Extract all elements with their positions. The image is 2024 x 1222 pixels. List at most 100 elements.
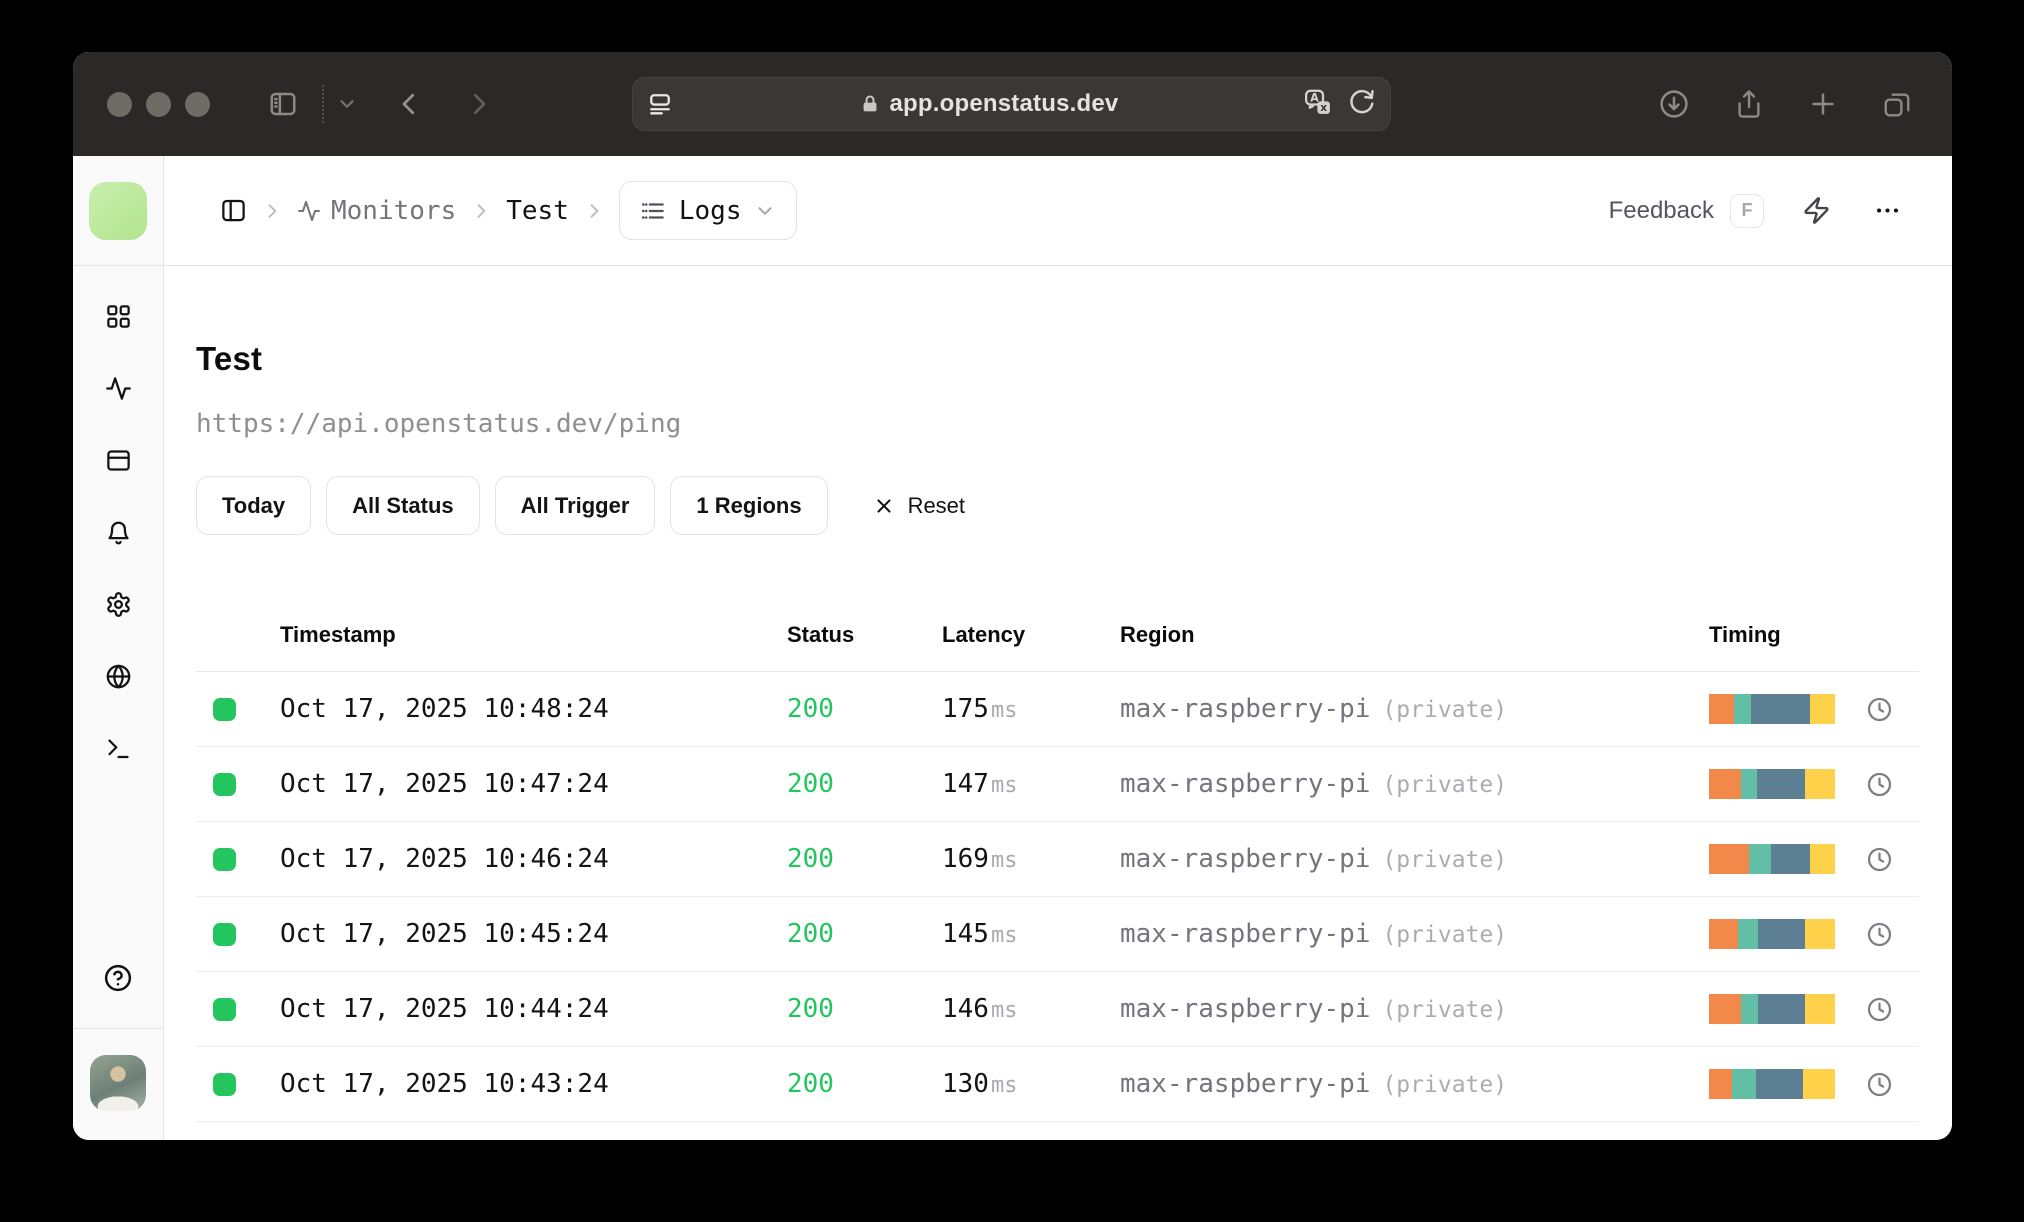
sidebar-chevron-down-icon[interactable] <box>336 93 358 115</box>
region-name: max-raspberry-pi <box>1120 919 1371 949</box>
table-row[interactable]: Oct 17, 2025 10:46:24 200 169 ms max-ras… <box>196 822 1919 897</box>
downloads-icon[interactable] <box>1658 88 1690 120</box>
workspace-avatar[interactable] <box>89 181 147 240</box>
lightning-icon <box>1804 197 1829 224</box>
url-text: app.openstatus.dev <box>889 90 1119 117</box>
page-settings-icon[interactable] <box>646 90 674 118</box>
more-options-button[interactable] <box>1873 196 1902 225</box>
col-timing[interactable]: Timing <box>1709 622 1919 648</box>
row-status: 200 <box>787 769 834 799</box>
sidebar-item-cli[interactable] <box>82 712 154 784</box>
clock-icon[interactable] <box>1866 696 1893 723</box>
status-dot <box>213 847 236 871</box>
timing-segment <box>1804 769 1835 799</box>
clock-icon[interactable] <box>1866 1071 1893 1098</box>
region-name: max-raspberry-pi <box>1120 994 1371 1024</box>
clock-icon[interactable] <box>1866 846 1893 873</box>
clock-icon[interactable] <box>1866 996 1893 1023</box>
latency-unit: ms <box>990 848 1018 873</box>
minimize-window-button[interactable] <box>146 91 171 117</box>
timing-bar <box>1709 1069 1835 1099</box>
timing-segment <box>1804 919 1835 949</box>
address-bar[interactable]: app.openstatus.dev Ax <box>632 77 1391 131</box>
share-icon[interactable] <box>1734 89 1764 119</box>
feedback-button[interactable]: Feedback <box>1609 197 1714 225</box>
svg-text:x: x <box>1320 101 1327 114</box>
browser-sidebar-toggle-icon[interactable] <box>268 89 298 119</box>
latency-value: 130 <box>942 1069 989 1099</box>
app-sidebar-toggle-icon[interactable] <box>220 197 247 224</box>
reload-icon[interactable] <box>1348 88 1376 121</box>
table-row[interactable]: Oct 17, 2025 10:48:24 200 175 ms max-ras… <box>196 672 1919 747</box>
terminal-icon <box>107 739 129 758</box>
latency-value: 145 <box>942 919 989 949</box>
status-dot <box>213 1072 236 1096</box>
page-title: Test <box>196 340 263 377</box>
timing-segment <box>1740 769 1757 799</box>
timing-segment <box>1734 694 1752 724</box>
user-avatar[interactable] <box>90 1055 146 1111</box>
sidebar-item-settings[interactable] <box>82 568 154 640</box>
new-tab-icon[interactable] <box>1808 89 1838 119</box>
status-dot <box>213 997 236 1021</box>
browser-window: app.openstatus.dev Ax Monitors Test Logs… <box>73 52 1952 1140</box>
sidebar-item-notifications[interactable] <box>82 496 154 568</box>
sidebar-item-status-pages[interactable] <box>82 424 154 496</box>
breadcrumb-monitor-name[interactable]: Test <box>506 196 569 226</box>
timing-bar <box>1709 994 1835 1024</box>
timing-segment <box>1770 844 1810 874</box>
table-row[interactable]: Oct 17, 2025 10:45:24 200 145 ms max-ras… <box>196 897 1919 972</box>
timing-segment <box>1709 844 1750 874</box>
col-region[interactable]: Region <box>1120 622 1709 648</box>
latency-value: 175 <box>942 694 989 724</box>
clock-icon[interactable] <box>1866 771 1893 798</box>
row-status: 200 <box>787 694 834 724</box>
timing-segment <box>1709 994 1741 1024</box>
filter-period-button[interactable]: Today <box>196 476 312 535</box>
timing-segment <box>1709 694 1735 724</box>
breadcrumb-monitors[interactable]: Monitors <box>297 196 456 226</box>
quick-actions-button[interactable] <box>1802 196 1831 225</box>
translate-icon[interactable]: Ax <box>1303 87 1333 122</box>
table-header: Timestamp Status Latency Region Timing <box>196 599 1919 672</box>
logs-table: Timestamp Status Latency Region Timing O… <box>196 599 1919 1122</box>
reset-filters-button[interactable]: Reset <box>873 493 965 519</box>
monitor-endpoint-url: https://api.openstatus.dev/ping <box>196 409 682 439</box>
filter-status-button[interactable]: All Status <box>326 476 480 535</box>
table-row[interactable]: Oct 17, 2025 10:43:24 200 130 ms max-ras… <box>196 1047 1919 1122</box>
latency-unit: ms <box>990 923 1018 948</box>
forward-button[interactable] <box>464 89 494 119</box>
help-button[interactable] <box>82 942 154 1014</box>
latency-value: 146 <box>942 994 989 1024</box>
status-dot <box>213 772 236 796</box>
filter-trigger-button[interactable]: All Trigger <box>494 476 656 535</box>
status-dot <box>213 697 236 721</box>
sidebar-item-regions[interactable] <box>82 640 154 712</box>
sidebar-item-monitors[interactable] <box>82 352 154 424</box>
zoom-window-button[interactable] <box>185 91 210 117</box>
col-status[interactable]: Status <box>787 622 942 648</box>
clock-icon[interactable] <box>1866 921 1893 948</box>
row-timestamp: Oct 17, 2025 10:43:24 <box>280 1069 609 1099</box>
close-window-button[interactable] <box>107 91 132 117</box>
latency-unit: ms <box>990 1073 1018 1098</box>
latency-value: 147 <box>942 769 989 799</box>
row-status: 200 <box>787 844 834 874</box>
grid-icon <box>106 304 130 328</box>
breadcrumb-chevron-icon <box>584 201 604 221</box>
filter-regions-button[interactable]: 1 Regions <box>670 476 828 535</box>
latency-value: 169 <box>942 844 989 874</box>
table-row[interactable]: Oct 17, 2025 10:44:24 200 146 ms max-ras… <box>196 972 1919 1047</box>
sidebar-item-dashboard[interactable] <box>82 280 154 352</box>
view-selector-dropdown[interactable]: Logs <box>618 181 798 240</box>
row-status: 200 <box>787 994 834 1024</box>
timing-segment <box>1757 994 1805 1024</box>
col-latency[interactable]: Latency <box>942 622 1120 648</box>
col-timestamp[interactable]: Timestamp <box>280 622 787 648</box>
region-name: max-raspberry-pi <box>1120 694 1371 724</box>
back-button[interactable] <box>394 89 424 119</box>
url-display[interactable]: app.openstatus.dev <box>674 90 1303 118</box>
row-timestamp: Oct 17, 2025 10:47:24 <box>280 769 609 799</box>
tab-overview-icon[interactable] <box>1882 89 1912 119</box>
table-row[interactable]: Oct 17, 2025 10:47:24 200 147 ms max-ras… <box>196 747 1919 822</box>
